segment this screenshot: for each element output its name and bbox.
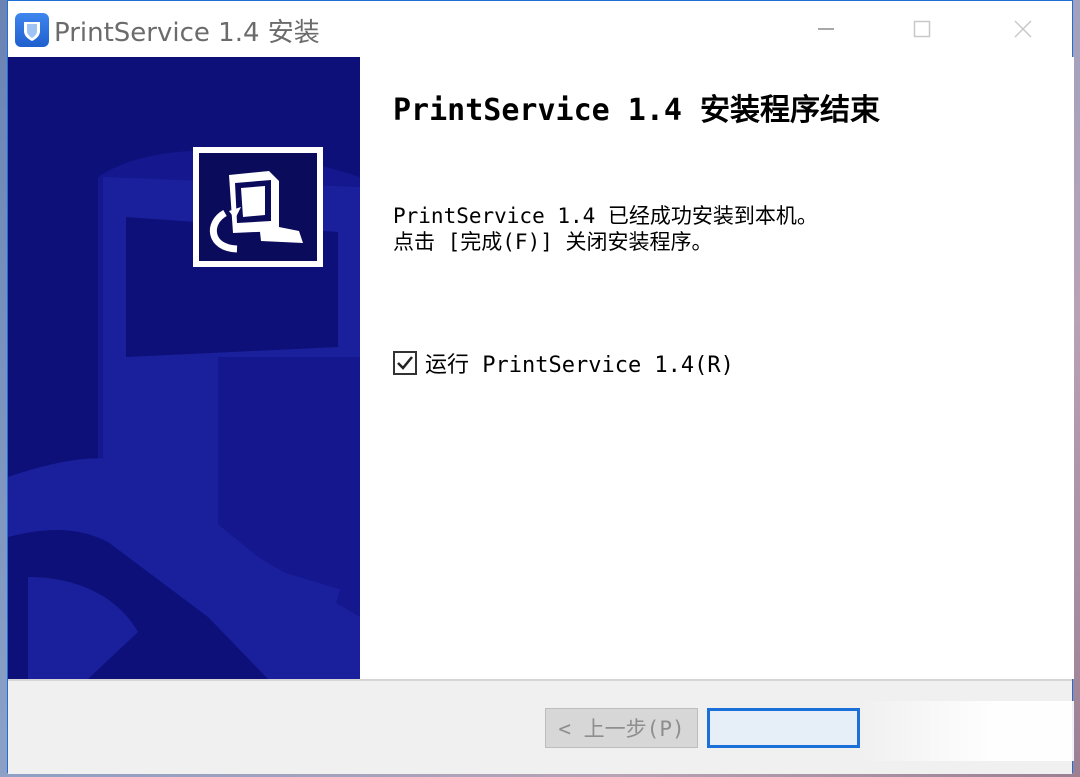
run-checkbox-label[interactable]: 运行 PrintService 1.4(R) (425, 347, 734, 379)
maximize-icon (913, 20, 931, 38)
run-after-install-option[interactable]: 运行 PrintService 1.4(R) (393, 347, 734, 379)
close-icon (1014, 20, 1032, 38)
page-title: PrintService 1.4 安装程序结束 (393, 93, 881, 128)
completion-line-2: 点击 [完成(F)] 关闭安装程序。 (393, 230, 713, 254)
installer-window: PrintService 1.4 安装 PrintService 1.4 安装程… (7, 0, 1074, 774)
minimize-button[interactable] (781, 1, 871, 57)
check-icon (397, 356, 413, 370)
computer-install-icon (199, 153, 317, 261)
installer-logo (193, 147, 323, 267)
completion-line-1: PrintService 1.4 已经成功安装到本机。 (393, 204, 818, 228)
wizard-banner (8, 57, 360, 679)
footer-fade-overlay (858, 701, 1074, 761)
close-button[interactable] (978, 1, 1068, 57)
window-title: PrintService 1.4 安装 (54, 18, 320, 48)
wizard-footer: < 上一步(P) (8, 681, 1074, 774)
maximize-button[interactable] (877, 1, 967, 57)
finish-button[interactable] (707, 708, 860, 748)
installer-shield-icon (15, 13, 49, 47)
run-checkbox[interactable] (393, 351, 417, 375)
completion-message: PrintService 1.4 已经成功安装到本机。 点击 [完成(F)] 关… (393, 203, 818, 255)
minimize-icon (818, 28, 834, 30)
back-button[interactable]: < 上一步(P) (545, 708, 698, 748)
wizard-content: PrintService 1.4 安装程序结束 PrintService 1.4… (360, 57, 1074, 679)
title-bar: PrintService 1.4 安装 (8, 1, 1072, 57)
